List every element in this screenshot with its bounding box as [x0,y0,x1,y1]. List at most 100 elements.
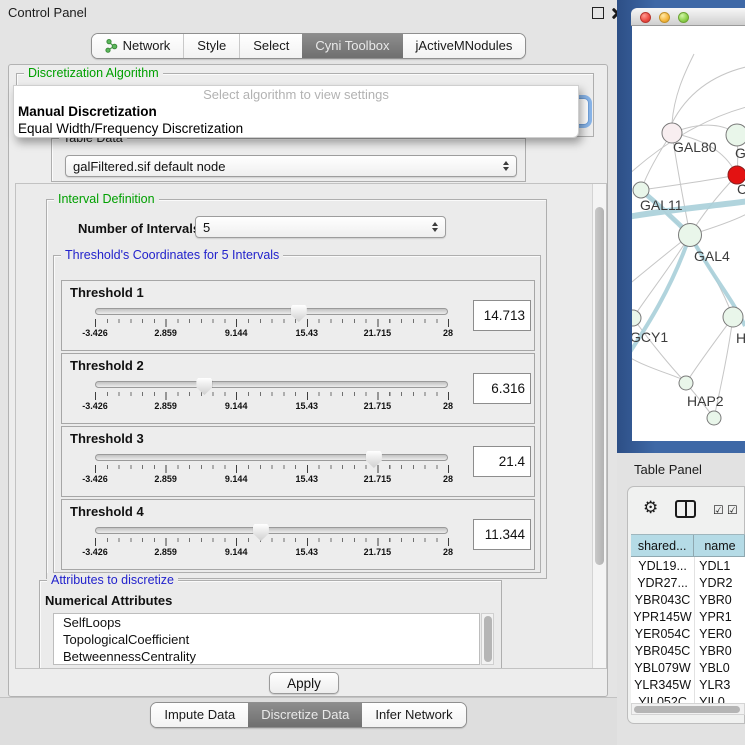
float-panel-icon[interactable] [592,7,604,19]
column-header-name[interactable]: name [694,535,745,557]
checkbox-icon[interactable]: ☑ [727,503,738,517]
table-data-combobox[interactable]: galFiltered.sif default node [65,155,517,177]
top-tab-bar: Network Style Select Cyni Toolbox jActiv… [0,33,617,59]
threshold-2-slider[interactable] [95,381,448,388]
table-horizontal-scrollbar[interactable] [631,703,745,715]
checkbox-icon[interactable]: ☑ [713,503,724,517]
combo-arrows-icon [426,222,438,232]
node-gal11[interactable] [633,182,649,198]
node-bottom-partial[interactable] [707,411,721,425]
node-label-partial-right: H [736,330,745,346]
apply-button[interactable]: Apply [269,672,339,694]
threshold-2-label: Threshold 2 [70,358,144,373]
node-label-partial-red: C [737,181,745,197]
threshold-1-label: Threshold 1 [70,285,144,300]
threshold-2-value-field[interactable]: 6.316 [473,373,531,404]
tab-discretize-data[interactable]: Discretize Data [248,703,362,727]
list-item-betweennesscentrality[interactable]: BetweennessCentrality [54,648,479,665]
node-partial-right[interactable] [723,307,743,327]
table-row[interactable]: YBR043CYBR0 [631,591,745,608]
attributes-list-scrollbar[interactable] [481,613,494,665]
slider-ticks [95,538,449,546]
option-manual-discretization[interactable]: Manual Discretization [14,103,578,120]
node-gal4[interactable] [679,224,702,247]
tab-style[interactable]: Style [183,34,239,58]
node-partial-top-right[interactable] [726,124,745,146]
tab-jactivemnodules[interactable]: jActiveMNodules [403,34,526,58]
table-toolbar: ⚙ ☑ ☑ [628,487,744,531]
table-data-group: Table Data galFiltered.sif default node [51,138,526,182]
thresholds-group-title: Threshold's Coordinates for 5 Intervals [61,248,283,262]
threshold-1-value-field[interactable]: 14.713 [473,300,531,331]
table-row[interactable]: YBL079WYBL0 [631,659,745,676]
number-of-intervals-value: 5 [203,220,210,235]
table-row[interactable]: YBR045CYBR0 [631,642,745,659]
slider-tick-labels: -3.4262.8599.14415.4321.71528 [95,328,448,340]
threshold-4-value-field[interactable]: 11.344 [473,519,531,550]
table-header-row: shared... name [631,535,745,557]
slider-tick-labels: -3.4262.8599.14415.4321.71528 [95,474,448,486]
minimize-window-icon[interactable] [659,12,670,23]
algorithm-prompt-item[interactable]: Select algorithm to view settings [14,86,578,103]
network-icon [105,39,118,53]
table-row[interactable]: YLR345WYLR3 [631,676,745,693]
tab-network[interactable]: Network [92,34,184,58]
option-equal-width-frequency[interactable]: Equal Width/Frequency Discretization [14,120,578,137]
control-panel-titlebar: Control Panel [0,0,617,24]
close-window-icon[interactable] [640,12,651,23]
cyni-toolbox-panel: Discretization Algorithm Table Data galF… [8,64,608,697]
interval-definition-group: Interval Definition Number of Intervals … [46,199,547,579]
settings-vertical-scrollbar[interactable] [592,184,606,668]
threshold-3-value-field[interactable]: 21.4 [473,446,531,477]
slider-ticks [95,392,449,400]
gear-icon[interactable]: ⚙ [643,499,658,516]
table-panel-title: Table Panel [634,462,702,477]
bottom-tab-bar: Impute Data Discretize Data Infer Networ… [0,702,617,728]
threshold-1-panel: Threshold 1 -3.4262.8599.14415.4321.7152… [61,280,535,351]
tab-infer-network[interactable]: Infer Network [362,703,465,727]
threshold-3-slider[interactable] [95,454,448,461]
slider-tick-labels: -3.4262.8599.14415.4321.71528 [95,547,448,559]
threshold-4-label: Threshold 4 [70,504,144,519]
table-panel-section: Table Panel ⚙ ☑ ☑ shared... name YDL19..… [617,453,745,745]
threshold-1-slider[interactable] [95,308,448,315]
number-of-intervals-label: Number of Intervals [78,221,200,236]
table-row[interactable]: YDR27...YDR2 [631,574,745,591]
threshold-4-slider[interactable] [95,527,448,534]
node-table-panel: ⚙ ☑ ☑ shared... name YDL19...YDL1 YDR27.… [627,486,745,724]
node-hap2[interactable] [679,376,693,390]
tab-select[interactable]: Select [239,34,302,58]
node-label-gal11: GAL11 [640,197,683,213]
list-item-selfloops[interactable]: SelfLoops [54,614,479,631]
node-gcy1[interactable] [632,310,641,326]
algorithm-dropdown-popup: Select algorithm to view settings Manual… [13,85,579,138]
node-label-partial-top-right: GA [735,145,745,161]
network-window-titlebar [631,8,745,26]
threshold-3-label: Threshold 3 [70,431,144,446]
scrollbar-thumb[interactable] [595,207,604,565]
table-row[interactable]: YER054CYER0 [631,625,745,642]
tab-impute-data[interactable]: Impute Data [151,703,248,727]
scrollbar-thumb[interactable] [634,706,740,713]
control-panel-title: Control Panel [8,5,87,20]
settings-scroll-pane: Interval Definition Number of Intervals … [15,183,607,669]
numerical-attributes-list: SelfLoops TopologicalCoefficient Between… [53,613,480,665]
table-row[interactable]: YIL052CYIL0 [631,693,745,703]
slider-ticks [95,465,449,473]
tab-cyni-toolbox[interactable]: Cyni Toolbox [302,34,402,58]
thresholds-group: Threshold's Coordinates for 5 Intervals … [53,255,541,573]
table-row[interactable]: YDL19...YDL1 [631,557,745,574]
network-canvas[interactable]: GAL80 GA C GAL11 GAL4 GCY1 H HAP2 [632,26,745,441]
column-header-shared-name[interactable]: shared... [631,535,694,557]
slider-ticks [95,319,449,327]
table-row[interactable]: YPR145WYPR1 [631,608,745,625]
node-attribute-table: shared... name YDL19...YDL1 YDR27...YDR2… [631,534,745,703]
tab-network-label: Network [123,34,171,58]
number-of-intervals-combobox[interactable]: 5 [195,216,446,238]
node-label-gal4: GAL4 [694,248,730,264]
zoom-window-icon[interactable] [678,12,689,23]
column-selector-icon[interactable] [675,500,696,518]
list-item-topologicalcoefficient[interactable]: TopologicalCoefficient [54,631,479,648]
attributes-group: Attributes to discretize Numerical Attri… [39,580,502,669]
threshold-2-panel: Threshold 2 -3.4262.8599.14415.4321.7152… [61,353,535,424]
